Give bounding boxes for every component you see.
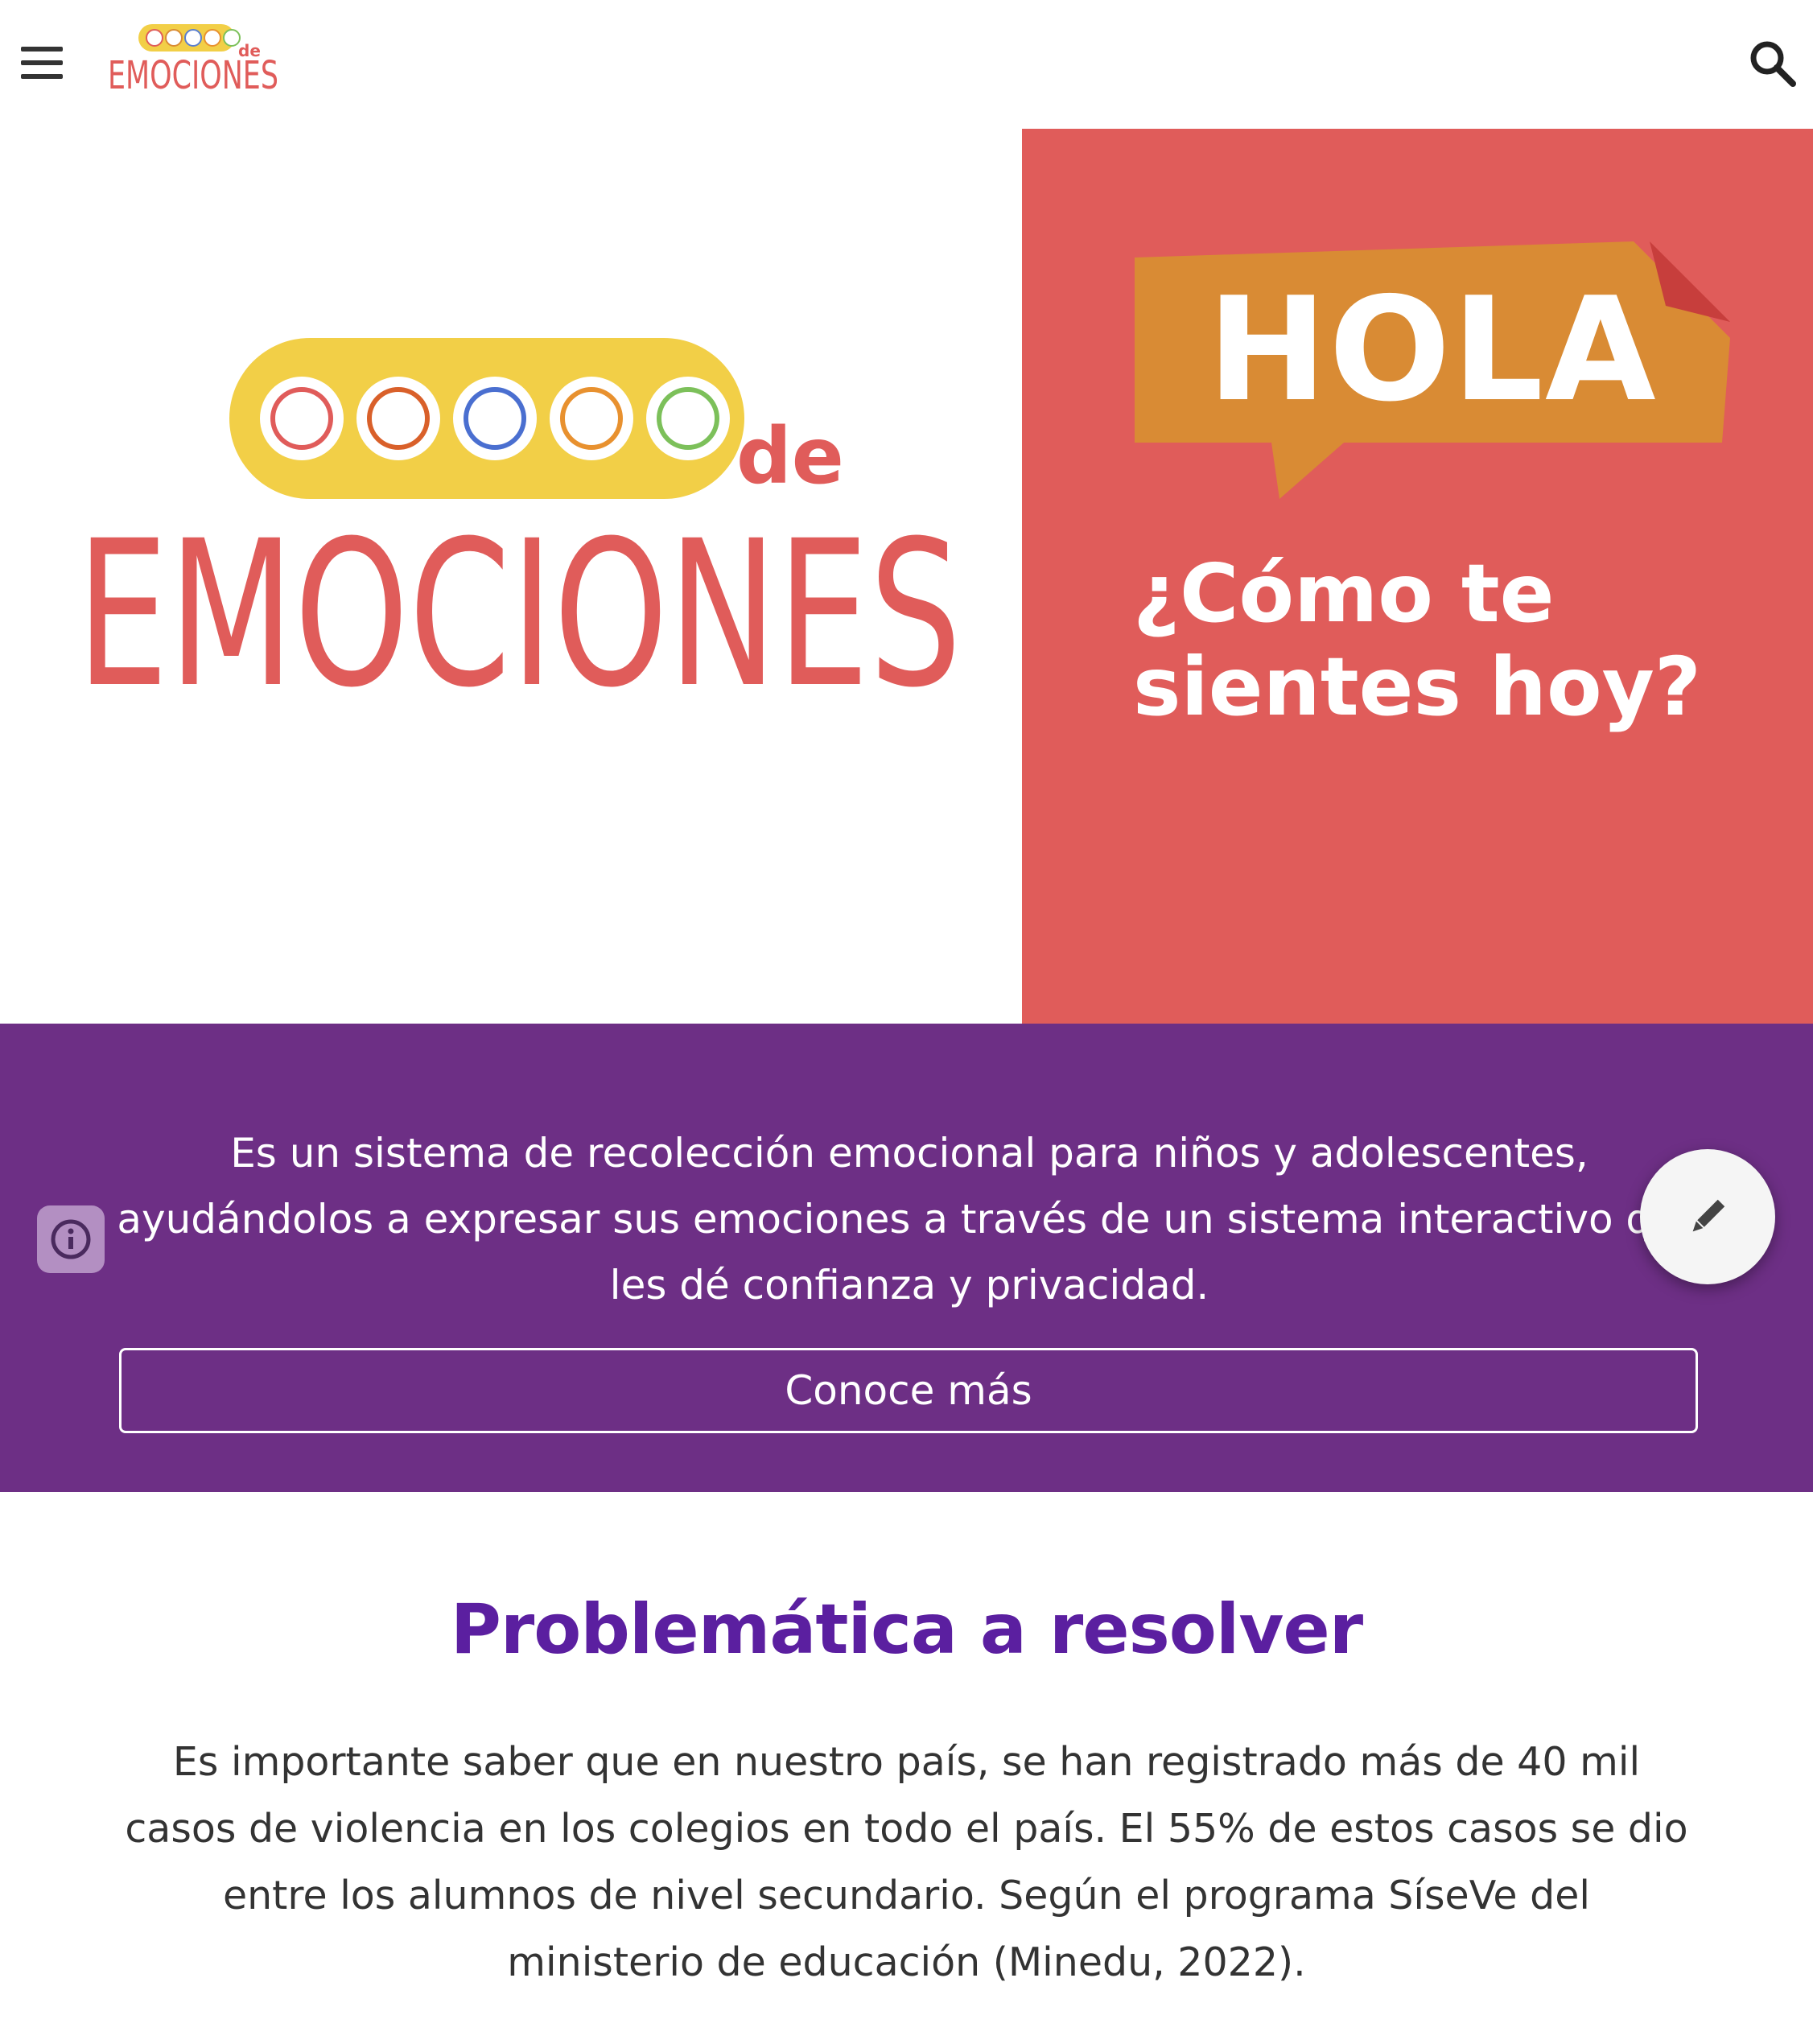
hero-logo-panel: de EMOCIONES [0,129,1022,1024]
hero-logo-word-de: de [736,411,844,501]
logo-word-main: EMOCIONES [108,53,278,98]
hamburger-menu-icon[interactable] [18,42,68,84]
pencil-icon[interactable] [1640,1149,1775,1284]
hola-heading: HOLA [1207,266,1658,433]
problem-heading: Problemática a resolver [450,1589,1363,1670]
emociones-logo: de EMOCIONES [76,338,962,731]
learn-more-button[interactable]: Conoce más [119,1348,1698,1433]
top-header: de EMOCIONES [0,0,1813,129]
problem-body: Es importante saber que en nuestro país,… [125,1739,1688,1985]
greeting-panel: HOLA ¿Cómo te sientes hoy? [1022,129,1813,1024]
search-icon[interactable] [1746,37,1798,89]
intro-band: Es un sistema de recolección emocional p… [0,1024,1813,1492]
emotion-faces [260,377,730,460]
hero-banner: de EMOCIONES HOLA ¿Cómo te sientes hoy? [0,129,1813,1024]
site-logo[interactable]: de EMOCIONES [106,21,282,103]
feeling-question: ¿Cómo te sientes hoy? [1133,546,1701,734]
intro-description: Es un sistema de recolección emocional p… [117,1130,1702,1308]
info-icon[interactable] [37,1205,105,1273]
hero-logo-word-main: EMOCIONES [76,497,962,731]
